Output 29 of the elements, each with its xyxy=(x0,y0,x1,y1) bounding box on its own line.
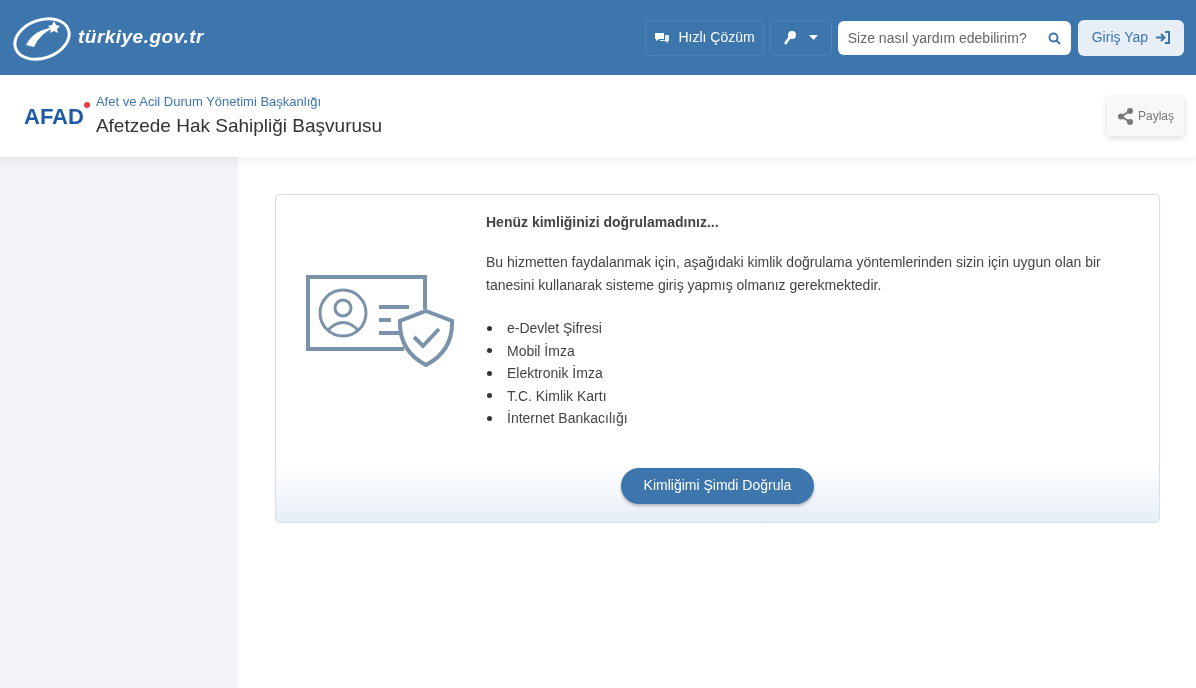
share-icon xyxy=(1116,107,1134,125)
caret-icon xyxy=(809,35,819,40)
method-item: İnternet Bankacılığı xyxy=(507,409,628,428)
verify-button[interactable]: Kimliğimi Şimdi Doğrula xyxy=(620,467,815,504)
bullet-icon xyxy=(487,370,492,376)
service-title: Afetzede Hak Sahipliği Başvurusu xyxy=(95,113,383,138)
method-item: Mobil İmza xyxy=(507,341,575,361)
login-button[interactable]: Giriş Yap xyxy=(1077,19,1184,56)
id-card-shield-icon xyxy=(306,274,456,367)
key-icon xyxy=(783,29,798,46)
notice-title: Henüz kimliğinizi doğrulamadınız... xyxy=(486,213,720,232)
search-icon xyxy=(1047,31,1061,45)
chat-bubbles-icon xyxy=(654,30,671,45)
notice-text: Bu hizmetten faydalanmak için, aşağıdaki kimlik doğrulama yöntemlerinden sizin için uygun olan bir tanesini kullanarak sisteme giriş yapmış olmanız gerekmektedir. xyxy=(486,253,1102,295)
site-logo-text[interactable]: türkiye.gov.tr xyxy=(78,23,204,52)
bullet-icon xyxy=(487,393,492,399)
method-item: e-Devlet Şifresi xyxy=(507,319,602,338)
quick-solution-button[interactable]: Hızlı Çözüm xyxy=(645,19,764,56)
agency-name[interactable]: Afet ve Acil Durum Yönetimi Başkanlığı xyxy=(95,92,383,112)
agency-logo: AFAD xyxy=(24,103,84,129)
sign-in-icon xyxy=(1156,31,1170,44)
key-dropdown-button[interactable] xyxy=(769,19,832,56)
share-button[interactable]: Paylaş xyxy=(1106,96,1184,136)
bullet-icon xyxy=(487,415,492,421)
method-item: Elektronik İmza xyxy=(507,364,603,383)
search-field[interactable]: Size nasıl yardım edebilirim? xyxy=(837,20,1071,55)
bullet-icon xyxy=(487,325,492,331)
method-item: T.C. Kimlik Kartı xyxy=(507,386,607,406)
bullet-icon xyxy=(487,348,492,354)
